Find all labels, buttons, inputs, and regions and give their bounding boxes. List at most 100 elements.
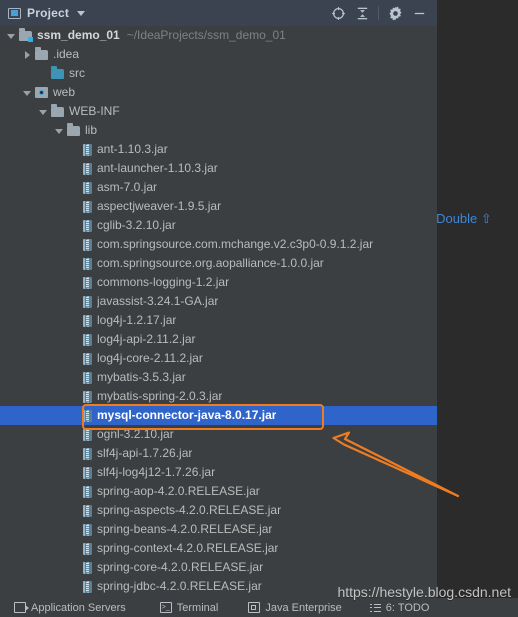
tool-window-actions — [326, 1, 437, 25]
tree-twisty-placeholder — [70, 391, 81, 402]
module-folder-icon — [19, 28, 33, 42]
tree-row[interactable]: spring-aspects-4.2.0.RELEASE.jar — [0, 501, 437, 520]
tree-twisty-placeholder — [70, 524, 81, 535]
jar-icon — [83, 276, 92, 289]
tree-row[interactable]: com.springsource.com.mchange.v2.c3p0-0.9… — [0, 235, 437, 254]
select-opened-file-button[interactable] — [326, 1, 350, 25]
minimize-icon — [414, 12, 424, 14]
folder-icon — [67, 123, 80, 136]
tree-row-label: log4j-core-2.11.2.jar — [97, 351, 203, 365]
tree-row[interactable]: asm-7.0.jar — [0, 178, 437, 197]
tree-row[interactable]: spring-context-4.2.0.RELEASE.jar — [0, 539, 437, 558]
tree-row[interactable]: ssm_demo_01 ~/IdeaProjects/ssm_demo_01 — [0, 26, 437, 45]
tree-twisty-placeholder — [70, 220, 81, 231]
tree-row[interactable]: spring-core-4.2.0.RELEASE.jar — [0, 558, 437, 577]
tree-twisty-placeholder — [70, 562, 81, 573]
jar-icon — [83, 295, 92, 308]
tree-row[interactable]: spring-beans-4.2.0.RELEASE.jar — [0, 520, 437, 539]
tree-row-label: log4j-1.2.17.jar — [97, 313, 177, 327]
tool-window-title: Project — [27, 6, 70, 20]
jar-icon — [83, 523, 92, 536]
jar-icon — [83, 390, 92, 403]
tree-twisty-open-icon[interactable] — [54, 125, 65, 136]
tree-twisty-placeholder — [70, 315, 81, 326]
tree-row[interactable]: slf4j-log4j12-1.7.26.jar — [0, 463, 437, 482]
project-tree[interactable]: ssm_demo_01 ~/IdeaProjects/ssm_demo_01 .id… — [0, 26, 437, 598]
jar-icon — [83, 257, 92, 270]
status-bar: Application Servers >_ Terminal Java Ent… — [0, 598, 518, 617]
tree-row[interactable]: log4j-1.2.17.jar — [0, 311, 437, 330]
tree-twisty-placeholder — [70, 144, 81, 155]
tree-twisty-placeholder — [70, 182, 81, 193]
gear-icon — [389, 6, 401, 20]
settings-button[interactable] — [383, 1, 407, 25]
jar-icon — [83, 333, 92, 346]
tool-window-title-group[interactable]: Project — [0, 6, 86, 20]
status-application-servers[interactable]: Application Servers — [14, 602, 126, 614]
tree-row[interactable]: mybatis-3.5.3.jar — [0, 368, 437, 387]
tree-row[interactable]: ant-launcher-1.10.3.jar — [0, 159, 437, 178]
jar-icon — [83, 352, 92, 365]
jar-icon — [83, 238, 92, 251]
tree-row-label: slf4j-log4j12-1.7.26.jar — [97, 465, 216, 479]
tree-row-label: com.springsource.org.aopalliance-1.0.0.j… — [97, 256, 324, 270]
tree-row-label: spring-aspects-4.2.0.RELEASE.jar — [97, 503, 282, 517]
tree-row-label: ognl-3.2.10.jar — [97, 427, 174, 441]
tip-shortcut: Double ⇧ — [437, 211, 492, 226]
tree-row[interactable]: src — [0, 64, 437, 83]
tree-row-label: src — [69, 66, 85, 80]
jar-icon — [83, 428, 92, 441]
tree-row-label: lib — [85, 123, 98, 137]
tree-twisty-closed-icon[interactable] — [22, 49, 33, 60]
tree-row-label: spring-jdbc-4.2.0.RELEASE.jar — [97, 579, 262, 593]
tree-row[interactable]: cglib-3.2.10.jar — [0, 216, 437, 235]
source-folder-icon — [51, 66, 64, 79]
collapse-all-button[interactable] — [350, 1, 374, 25]
tree-twisty-placeholder — [70, 239, 81, 250]
application-servers-icon — [14, 602, 29, 613]
chevron-down-icon[interactable] — [77, 10, 86, 16]
tree-row-label: mybatis-spring-2.0.3.jar — [97, 389, 223, 403]
watermark-text: https://hestyle.blog.csdn.net — [337, 584, 511, 600]
tree-row[interactable]: aspectjweaver-1.9.5.jar — [0, 197, 437, 216]
tree-twisty-placeholder — [70, 163, 81, 174]
tree-row[interactable]: web — [0, 83, 437, 102]
tree-row[interactable]: .idea — [0, 45, 437, 64]
hide-tool-window-button[interactable] — [407, 1, 431, 25]
tree-row[interactable]: spring-aop-4.2.0.RELEASE.jar — [0, 482, 437, 501]
tree-row-label: spring-aop-4.2.0.RELEASE.jar — [97, 484, 260, 498]
todo-list-icon — [369, 603, 381, 612]
tree-row[interactable]: mybatis-spring-2.0.3.jar — [0, 387, 437, 406]
tree-row[interactable]: com.springsource.org.aopalliance-1.0.0.j… — [0, 254, 437, 273]
folder-icon — [51, 104, 64, 117]
tree-twisty-placeholder — [70, 486, 81, 497]
tree-twisty-open-icon[interactable] — [38, 106, 49, 117]
tree-twisty-open-icon[interactable] — [22, 87, 33, 98]
tree-row[interactable]: lib — [0, 121, 437, 140]
jar-icon — [83, 162, 92, 175]
tree-row-label: asm-7.0.jar — [97, 180, 158, 194]
tree-twisty-open-icon[interactable] — [6, 30, 17, 41]
status-todo[interactable]: 6: TODO — [369, 602, 429, 614]
status-label: Java Enterprise — [265, 601, 342, 614]
tree-row[interactable]: WEB-INF — [0, 102, 437, 121]
tree-row[interactable]: ant-1.10.3.jar — [0, 140, 437, 159]
status-terminal[interactable]: >_ Terminal — [159, 602, 218, 614]
tree-row[interactable]: ognl-3.2.10.jar — [0, 425, 437, 444]
tree-row[interactable]: log4j-api-2.11.2.jar — [0, 330, 437, 349]
tree-row[interactable]: slf4j-api-1.7.26.jar — [0, 444, 437, 463]
jar-icon — [83, 561, 92, 574]
tree-twisty-placeholder — [70, 410, 81, 421]
collapse-all-icon — [357, 7, 367, 19]
tree-twisty-placeholder — [70, 372, 81, 383]
jar-icon — [83, 371, 92, 384]
tree-row[interactable]: log4j-core-2.11.2.jar — [0, 349, 437, 368]
jar-icon — [83, 314, 92, 327]
tree-row-label: com.springsource.com.mchange.v2.c3p0-0.9… — [97, 237, 374, 251]
tree-row-selected[interactable]: mysql-connector-java-8.0.17.jar — [0, 406, 437, 425]
status-java-enterprise[interactable]: Java Enterprise — [248, 601, 342, 614]
tree-row[interactable]: commons-logging-1.2.jar — [0, 273, 437, 292]
tree-twisty-placeholder — [70, 505, 81, 516]
tree-row-label: slf4j-api-1.7.26.jar — [97, 446, 193, 460]
tree-row[interactable]: javassist-3.24.1-GA.jar — [0, 292, 437, 311]
